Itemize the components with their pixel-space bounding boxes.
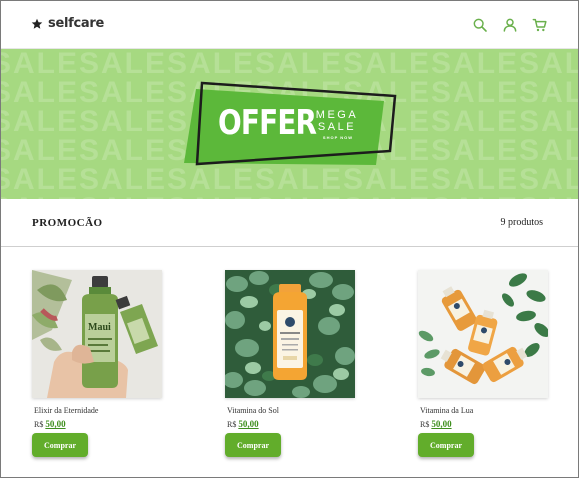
product-image[interactable]: [418, 270, 548, 398]
price-currency: R$: [420, 420, 430, 429]
sale-pattern-row: SALESALESALESALESALESALESALESALE: [1, 163, 578, 196]
product-price: R$ 50,00: [34, 419, 162, 429]
price-value: 50,00: [431, 419, 452, 429]
offer-badge: OFFER MEGA SALE SHOP NOW: [184, 79, 399, 169]
svg-text:Maui: Maui: [88, 322, 111, 333]
product-card[interactable]: Vitamina da Lua R$ 50,00 Comprar: [418, 270, 548, 457]
section-header: PROMOCÃO 9 produtos: [1, 199, 578, 247]
offer-text: OFFER: [218, 103, 317, 143]
buy-button[interactable]: Comprar: [225, 433, 281, 457]
product-name[interactable]: Vitamina da Lua: [420, 406, 548, 415]
sale-pattern-row: SALESALESALESALESALESALESALESALE: [1, 49, 578, 80]
price-value: 50,00: [45, 419, 66, 429]
product-name[interactable]: Vitamina do Sol: [227, 406, 355, 415]
price-value: 50,00: [238, 419, 259, 429]
product-photo-juice-bottles: [418, 270, 548, 398]
product-card[interactable]: Maui Elixir da Eternidade R$ 50,00 Compr…: [32, 270, 162, 457]
product-count: 9 produtos: [500, 217, 544, 228]
product-price: R$ 50,00: [420, 419, 548, 429]
product-photo-bottle-hand: Maui: [32, 270, 162, 398]
product-image[interactable]: Maui: [32, 270, 162, 398]
offer-banner[interactable]: SALESALESALESALESALESALESALESALE SALESAL…: [1, 49, 578, 199]
header-icons: [472, 17, 548, 33]
cart-icon[interactable]: [532, 17, 548, 33]
product-price: R$ 50,00: [227, 419, 355, 429]
shop-now-text: SHOP NOW: [322, 135, 354, 140]
buy-button[interactable]: Comprar: [32, 433, 88, 457]
price-currency: R$: [34, 420, 44, 429]
search-icon[interactable]: [472, 17, 488, 33]
product-photo-juice-leaves: [225, 270, 355, 398]
mega-text: MEGA: [315, 109, 359, 121]
top-header: selfcare: [1, 1, 578, 49]
page-frame: selfcare SALESALESALESALESALESALESALESAL…: [0, 0, 579, 478]
price-currency: R$: [227, 420, 237, 429]
section-title: PROMOCÃO: [32, 217, 103, 229]
sale-text: SALE: [317, 121, 357, 133]
product-name[interactable]: Elixir da Eternidade: [34, 406, 162, 415]
user-icon[interactable]: [502, 17, 518, 33]
star-icon: [31, 18, 43, 29]
buy-button[interactable]: Comprar: [418, 433, 474, 457]
logo[interactable]: selfcare: [31, 16, 104, 31]
product-image[interactable]: [225, 270, 355, 398]
mega-sale-text: MEGA SALE: [312, 109, 362, 133]
logo-text: selfcare: [48, 16, 104, 31]
product-card[interactable]: Vitamina do Sol R$ 50,00 Comprar: [225, 270, 355, 457]
